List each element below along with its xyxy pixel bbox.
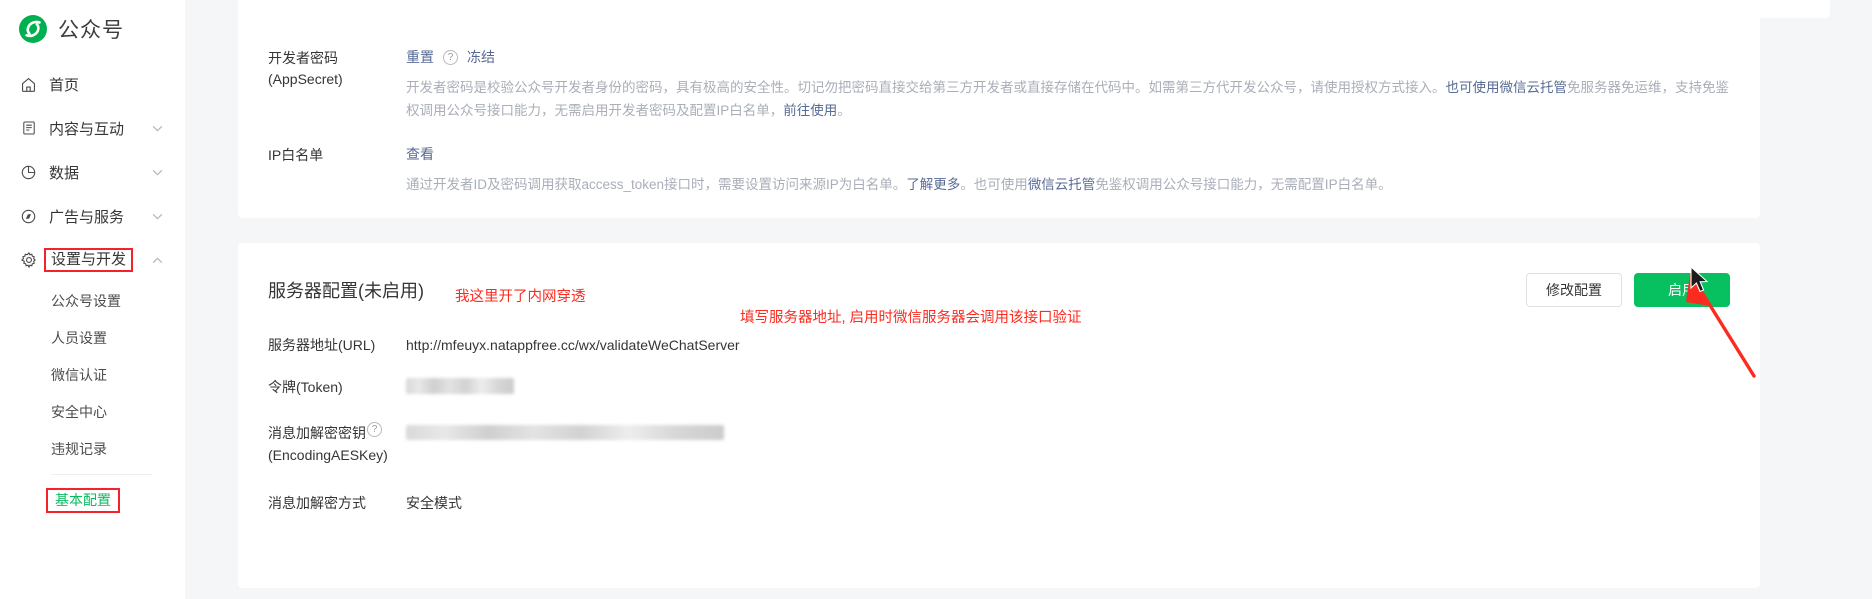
ip-desc-part2: 。也可使用 [960,177,1028,192]
appsecret-row: 开发者密码(AppSecret) 重置 ? 冻结 开发者密码是校验公众号开发者身… [268,35,1730,122]
brand: 公众号 [0,0,185,56]
sidebar-subitem-wechat-verify[interactable]: 微信认证 [0,356,185,393]
chevron-down-icon[interactable] [147,169,167,176]
appsecret-description: 开发者密码是校验公众号开发者身份的密码，具有极高的安全性。切记勿把密码直接交给第… [406,76,1730,122]
ip-whitelist-actions: 查看 [406,144,1730,164]
mouse-cursor-icon [1690,266,1709,293]
field-label: 消息加解密方式 [268,495,366,511]
ip-whitelist-description: 通过开发者ID及密码调用获取access_token接口时，需要设置访问来源IP… [406,173,1730,196]
sidebar-item-settings-dev[interactable]: 设置与开发 [0,238,185,282]
wechat-cloudrun-link[interactable]: 也可使用微信云托管 [1446,80,1568,95]
question-mark-icon[interactable]: ? [443,49,458,65]
modify-config-button[interactable]: 修改配置 [1526,273,1622,307]
field-server-url: 服务器地址(URL) http://mfeuyx.natappfree.cc/w… [268,334,1730,376]
appsecret-desc-part3: 。 [837,103,851,118]
sidebar-subitem-account-settings[interactable]: 公众号设置 [0,282,185,319]
sidebar-item-label: 设置与开发 [44,247,134,273]
masked-aes-key-value [406,425,724,440]
question-mark-icon[interactable]: ? [367,422,382,437]
ip-whitelist-row: IP白名单 查看 通过开发者ID及密码调用获取access_token接口时，需… [268,122,1730,196]
sidebar-subitem-security-center[interactable]: 安全中心 [0,393,185,430]
developer-info-card: 开发者密码(AppSecret) 重置 ? 冻结 开发者密码是校验公众号开发者身… [238,0,1760,218]
field-label: 服务器地址(URL) [268,337,376,353]
wechat-mp-console: 公众号 首页 内容与互动 数据 广告与服务 设置与开发 公众号设置 人员设置 微… [0,0,1872,599]
home-icon [19,75,38,94]
compass-icon [19,207,38,226]
document-icon [19,119,38,138]
sidebar-divider [51,474,152,475]
wechat-cloudrun-link[interactable]: 微信云托管 [1028,177,1096,192]
sidebar-subitem-label: 微信认证 [51,366,107,383]
sidebar-item-label: 数据 [49,164,80,182]
field-label-line1: 消息加解密密钥 [268,425,366,441]
sidebar-subitem-label: 公众号设置 [51,292,121,309]
sidebar-item-content[interactable]: 内容与互动 [0,106,185,150]
main-content: 开发者密码(AppSecret) 重置 ? 冻结 开发者密码是校验公众号开发者身… [185,0,1872,599]
sidebar-item-ads[interactable]: 广告与服务 [0,194,185,238]
chevron-up-icon[interactable] [147,256,167,264]
brand-title: 公众号 [58,19,124,42]
sidebar-subitem-label: 违规记录 [51,440,107,457]
field-label-line2: (EncodingAESKey) [268,447,388,463]
server-config-title: 服务器配置(未启用) [268,281,424,301]
field-value: http://mfeuyx.natappfree.cc/wx/validateW… [406,337,740,353]
ip-whitelist-label: IP白名单 [268,147,324,163]
field-encoding-aes-key: 消息加解密密钥? (EncodingAESKey) [268,422,1730,492]
enable-button[interactable]: 启用 [1634,273,1730,307]
chevron-down-icon[interactable] [147,125,167,132]
sidebar-subitem-label: 基本配置 [46,487,120,514]
view-ip-whitelist-link[interactable]: 查看 [406,144,434,164]
chevron-down-icon[interactable] [147,213,167,220]
annotation-url-note: 我这里开了内网穿透 [455,289,586,305]
sidebar-item-label: 内容与互动 [49,120,125,138]
learn-more-link[interactable]: 了解更多 [906,177,960,192]
masked-token-value [406,378,514,394]
wechat-mp-logo-icon [18,14,48,44]
sidebar-item-label: 首页 [49,76,80,94]
appsecret-desc-part1: 开发者密码是校验公众号开发者身份的密码，具有极高的安全性。切记勿把密码直接交给第… [406,80,1446,95]
go-use-link[interactable]: 前往使用 [783,103,837,118]
sidebar-subitem-staff-settings[interactable]: 人员设置 [0,319,185,356]
sidebar: 公众号 首页 内容与互动 数据 广告与服务 设置与开发 公众号设置 人员设置 微… [0,0,185,599]
ip-desc-part3: 免鉴权调用公众号接口能力，无需配置IP白名单。 [1095,177,1392,192]
sidebar-subitem-violation-records[interactable]: 违规记录 [0,430,185,467]
field-label: 令牌(Token) [268,379,343,395]
annotation-url-desc: 填写服务器地址, 启用时微信服务器会调用该接口验证 [740,310,1082,326]
field-token: 令牌(Token) [268,376,1730,422]
ip-desc-part1: 通过开发者ID及密码调用获取access_token接口时，需要设置访问来源IP… [406,177,907,192]
pie-chart-icon [19,163,38,182]
sidebar-subitem-basic-config[interactable]: 基本配置 [0,482,185,519]
field-encrypt-mode: 消息加解密方式 安全模式 [268,492,1730,534]
gear-icon [19,251,38,270]
reset-appsecret-link[interactable]: 重置 [406,47,434,67]
sidebar-item-data[interactable]: 数据 [0,150,185,194]
sidebar-item-label: 广告与服务 [49,208,125,226]
sidebar-item-home[interactable]: 首页 [0,62,185,106]
sidebar-subitem-label: 人员设置 [51,329,107,346]
sidebar-nav: 首页 内容与互动 数据 广告与服务 设置与开发 公众号设置 人员设置 微信认证 … [0,62,185,519]
field-value: 安全模式 [406,495,462,511]
freeze-appsecret-link[interactable]: 冻结 [467,47,495,67]
appsecret-label: 开发者密码(AppSecret) [268,50,343,87]
appsecret-actions: 重置 ? 冻结 [406,47,1730,67]
server-config-fields: 服务器地址(URL) http://mfeuyx.natappfree.cc/w… [268,334,1730,534]
sidebar-subitem-label: 安全中心 [51,403,107,420]
